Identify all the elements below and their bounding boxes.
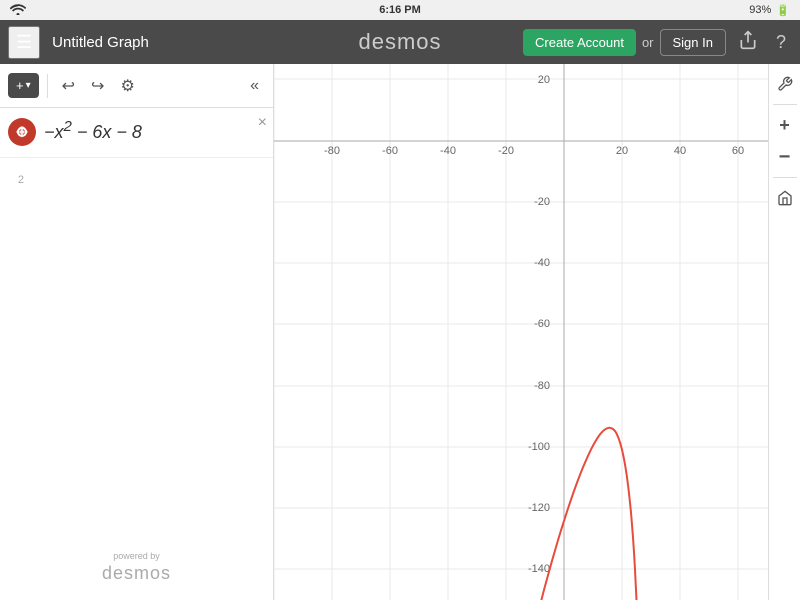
nav-right: Create Account or Sign In ? <box>523 26 792 59</box>
battery-level: 93% <box>749 4 771 16</box>
zoom-in-button[interactable]: + <box>771 111 799 139</box>
powered-by-text: powered by <box>102 551 171 561</box>
svg-text:-40: -40 <box>440 145 456 157</box>
toolbar-separator-1 <box>773 104 797 105</box>
wrench-button[interactable] <box>771 70 799 98</box>
right-toolbar: + − <box>768 64 800 600</box>
svg-text:-140: -140 <box>528 563 550 575</box>
svg-text:-80: -80 <box>324 145 340 157</box>
status-time: 6:16 PM <box>379 4 421 16</box>
zoom-out-button[interactable]: − <box>771 143 799 171</box>
graph-area[interactable]: -80 -60 -40 -20 20 40 60 20 -20 -40 -60 … <box>274 64 768 600</box>
svg-text:-80: -80 <box>534 380 550 392</box>
svg-text:40: 40 <box>674 145 686 157</box>
undo-button[interactable]: ↩ <box>56 72 81 100</box>
toolbar-separator <box>47 74 48 98</box>
battery-icon: 🔋 <box>776 4 790 17</box>
row-number-2: 2 <box>8 170 28 186</box>
svg-text:-60: -60 <box>382 145 398 157</box>
svg-text:-20: -20 <box>534 196 550 208</box>
svg-text:60: 60 <box>732 145 744 157</box>
sign-in-button[interactable]: Sign In <box>660 29 726 56</box>
graph-title: Untitled Graph <box>52 34 149 51</box>
expression-row-1: −x2 − 6x − 8 × <box>0 108 273 158</box>
plus-icon: + <box>16 78 24 93</box>
add-chevron: ▾ <box>26 80 31 91</box>
main-area: + ▾ ↩ ↪ ⚙ « −x2 − 6x − 8 × <box>0 64 800 600</box>
expression-icon-1 <box>8 118 36 146</box>
desmos-logo: desmos <box>358 29 441 55</box>
graph-canvas[interactable]: -80 -60 -40 -20 20 40 60 20 -20 -40 -60 … <box>274 64 768 600</box>
create-account-button[interactable]: Create Account <box>523 29 636 56</box>
svg-text:-60: -60 <box>534 318 550 330</box>
status-bar: 6:16 PM 93% 🔋 <box>0 0 800 20</box>
or-text: or <box>642 35 654 50</box>
powered-by-logo: desmos <box>102 563 171 583</box>
wifi-icon <box>10 3 26 18</box>
svg-text:-40: -40 <box>534 257 550 269</box>
menu-button[interactable]: ☰ <box>8 26 40 59</box>
add-expression-button[interactable]: + ▾ <box>8 73 39 98</box>
share-button[interactable] <box>732 26 764 59</box>
home-view-button[interactable] <box>771 184 799 212</box>
help-button[interactable]: ? <box>770 28 792 57</box>
svg-text:-20: -20 <box>498 145 514 157</box>
svg-text:-120: -120 <box>528 502 550 514</box>
expression-row-2: 2 <box>0 158 273 198</box>
remove-expression-1-button[interactable]: × <box>258 114 267 132</box>
expression-formula-1[interactable]: −x2 − 6x − 8 <box>44 116 265 143</box>
left-panel: + ▾ ↩ ↪ ⚙ « −x2 − 6x − 8 × <box>0 64 274 600</box>
svg-text:20: 20 <box>538 74 550 86</box>
collapse-panel-button[interactable]: « <box>244 73 265 99</box>
svg-text:-100: -100 <box>528 441 550 453</box>
expression-toolbar: + ▾ ↩ ↪ ⚙ « <box>0 64 273 108</box>
settings-button[interactable]: ⚙ <box>114 72 140 100</box>
powered-by: powered by desmos <box>102 551 171 584</box>
toolbar-separator-2 <box>773 177 797 178</box>
redo-button[interactable]: ↪ <box>85 72 110 100</box>
svg-text:20: 20 <box>616 145 628 157</box>
nav-bar: ☰ Untitled Graph desmos Create Account o… <box>0 20 800 64</box>
